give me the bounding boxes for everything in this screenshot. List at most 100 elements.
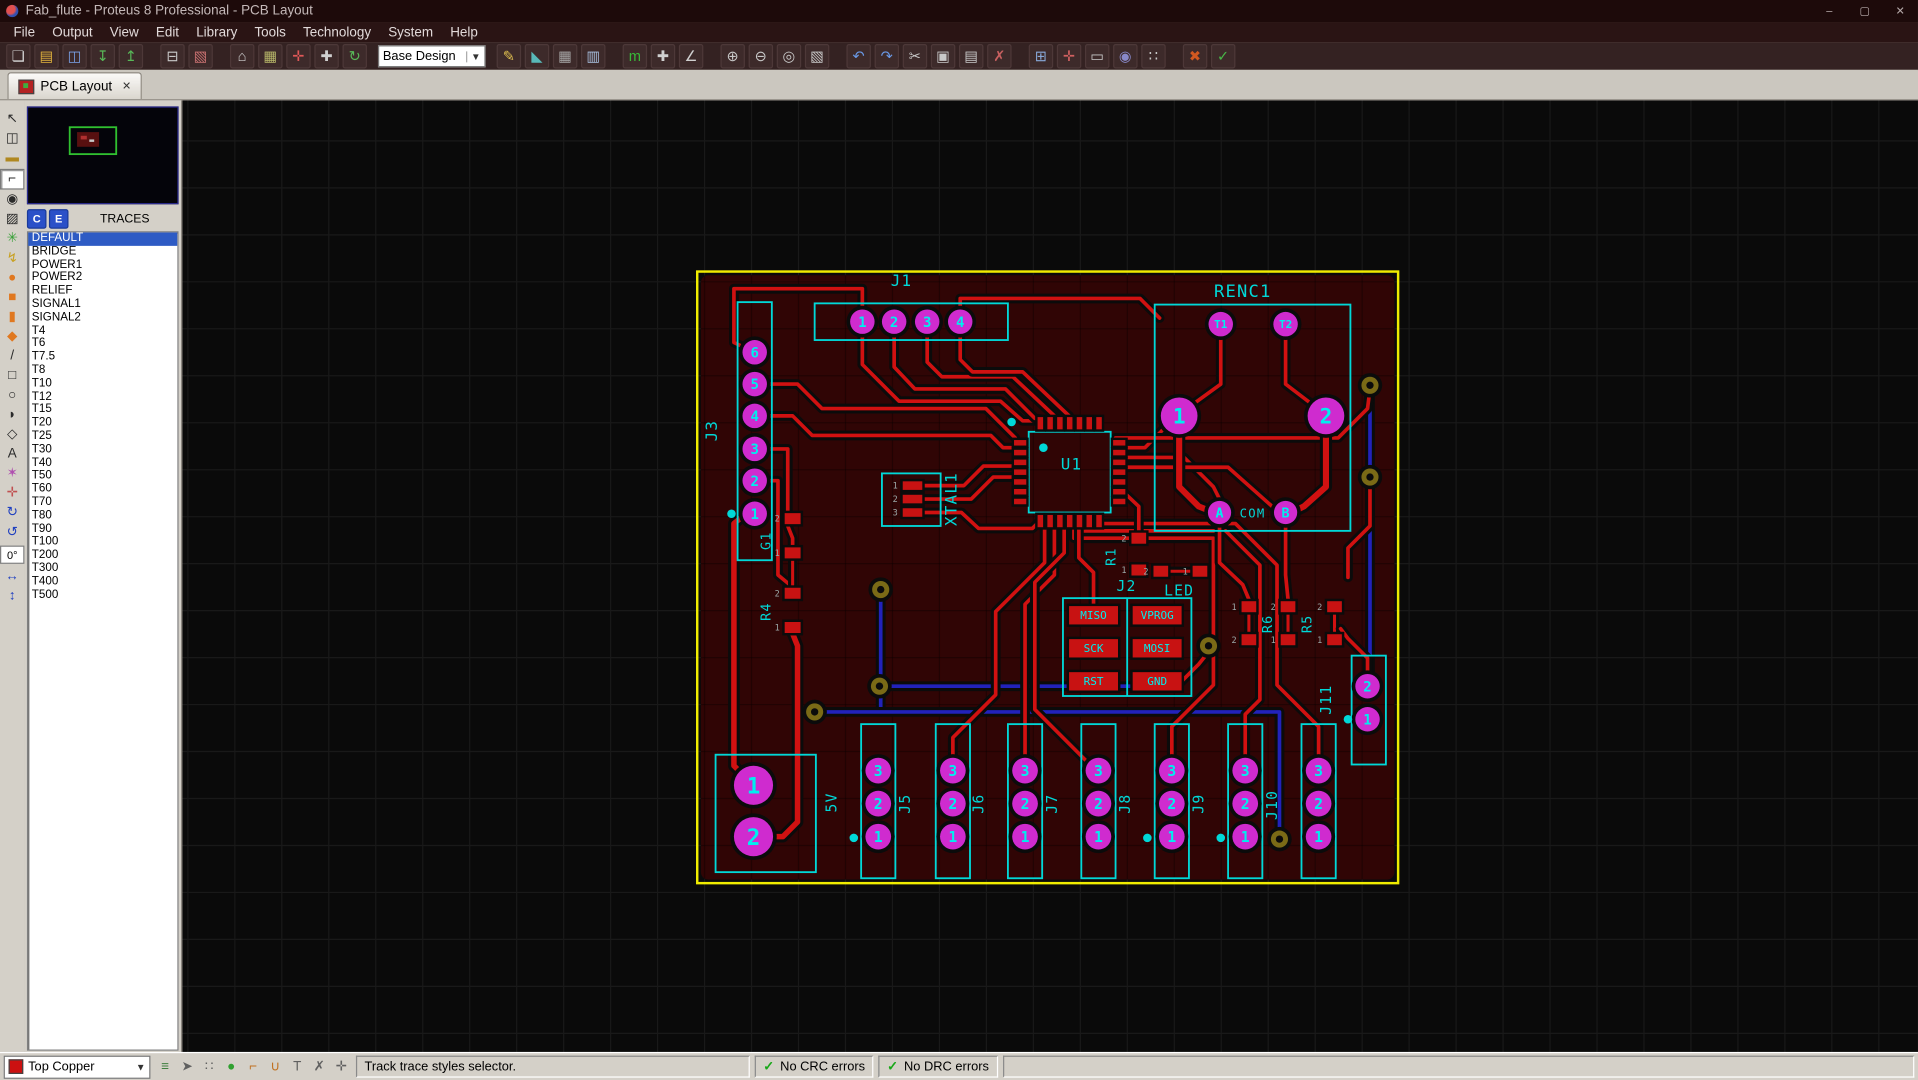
trace-style-item[interactable]: T4 bbox=[28, 324, 177, 338]
trace-style-item[interactable]: SIGNAL2 bbox=[28, 311, 177, 325]
undo-icon[interactable]: ↶ bbox=[846, 44, 871, 69]
menu-system[interactable]: System bbox=[380, 25, 442, 40]
pcb-canvas[interactable]: 1 2 3 2 1 2 1 2 1 2 1 1 2 2 1 2 1 MISO VPROG SCK MOSI RST GND 1… bbox=[181, 99, 1918, 1054]
menu-library[interactable]: Library bbox=[188, 25, 246, 40]
component-mode-icon[interactable]: ◫ bbox=[1, 130, 23, 148]
dil-pad-icon[interactable]: ▮ bbox=[1, 308, 23, 326]
v-mirror-icon[interactable]: ↕ bbox=[1, 587, 23, 605]
pointer-mode-icon[interactable]: ➤ bbox=[177, 1057, 197, 1077]
2d-arc-icon[interactable]: ◗ bbox=[1, 406, 23, 424]
new-layout-icon[interactable]: ❏ bbox=[6, 44, 31, 69]
trace-style-item[interactable]: DEFAULT bbox=[28, 232, 178, 246]
rotate-ccw-icon[interactable]: ↺ bbox=[1, 524, 23, 542]
h-mirror-icon[interactable]: ↔ bbox=[1, 568, 23, 586]
2d-path-icon[interactable]: ◇ bbox=[1, 426, 23, 444]
layers-icon[interactable]: ▥ bbox=[581, 44, 606, 69]
trace-angle-icon[interactable]: ⌐ bbox=[243, 1057, 263, 1077]
menu-tools[interactable]: Tools bbox=[246, 25, 295, 40]
cursor-icon[interactable]: ✚ bbox=[314, 44, 339, 69]
2d-text-icon[interactable]: A bbox=[1, 445, 23, 463]
zoom-in-icon[interactable]: ⊕ bbox=[720, 44, 745, 69]
origin-icon[interactable]: ✛ bbox=[286, 44, 311, 69]
layer-selector[interactable]: Top Copper ▼ bbox=[3, 1055, 151, 1079]
menu-help[interactable]: Help bbox=[442, 25, 487, 40]
cut-icon[interactable]: ✂ bbox=[902, 44, 928, 69]
menu-output[interactable]: Output bbox=[44, 25, 102, 40]
trace-style-item[interactable]: T7.5 bbox=[28, 350, 177, 364]
polar-snap-icon[interactable]: ∠ bbox=[678, 44, 704, 69]
grid-snap-icon[interactable]: ∷ bbox=[199, 1057, 219, 1077]
pencil-icon[interactable]: ✎ bbox=[496, 44, 522, 69]
measure-icon[interactable]: ▭ bbox=[1084, 44, 1110, 69]
sheet-selector[interactable]: Base Design ▼ bbox=[377, 45, 486, 68]
metric-icon[interactable]: m bbox=[622, 44, 648, 69]
copy-icon[interactable]: ▣ bbox=[930, 44, 956, 69]
import-layout-icon[interactable]: ↧ bbox=[90, 44, 115, 69]
2d-symbol-icon[interactable]: ✶ bbox=[1, 465, 23, 483]
rotation-field[interactable]: 0° bbox=[0, 545, 25, 564]
maximize-button[interactable]: ▢ bbox=[1847, 0, 1882, 22]
menu-view[interactable]: View bbox=[101, 25, 147, 40]
redo-icon[interactable]: ↷ bbox=[874, 44, 900, 69]
2d-box-icon[interactable]: □ bbox=[1, 367, 23, 385]
trace-style-item[interactable]: T300 bbox=[28, 562, 177, 576]
home-icon[interactable]: ⌂ bbox=[229, 44, 255, 69]
2d-line-icon[interactable]: / bbox=[1, 347, 23, 365]
trace-style-item[interactable]: T8 bbox=[28, 363, 177, 377]
menu-file[interactable]: File bbox=[5, 25, 44, 40]
via-mode-icon[interactable]: ◉ bbox=[1, 191, 23, 209]
menu-technology[interactable]: Technology bbox=[294, 25, 379, 40]
delete-mode-icon[interactable]: ✗ bbox=[309, 1057, 329, 1077]
snap-indicator-icon[interactable]: ● bbox=[221, 1057, 241, 1077]
export-layout-icon[interactable]: ↥ bbox=[118, 44, 144, 69]
trace-style-item[interactable]: T400 bbox=[28, 575, 177, 589]
tab-pcb-layout[interactable]: PCB Layout ✕ bbox=[7, 72, 143, 100]
selection-tool-icon[interactable]: ↖ bbox=[1, 110, 23, 128]
add-mode-icon[interactable]: ✛ bbox=[331, 1057, 351, 1077]
false-origin-icon[interactable]: ✚ bbox=[650, 44, 676, 69]
selector-e-button[interactable]: E bbox=[48, 209, 69, 229]
ratsnest-mode-icon[interactable]: ✳ bbox=[1, 230, 23, 248]
overview-minimap[interactable] bbox=[26, 106, 179, 205]
track-mode-icon[interactable]: ⌐ bbox=[0, 168, 25, 190]
zone-mode-icon[interactable]: ▨ bbox=[1, 210, 23, 228]
minimize-button[interactable]: – bbox=[1812, 0, 1847, 22]
search-icon[interactable]: ◉ bbox=[1113, 44, 1138, 69]
save-layout-icon[interactable]: ◫ bbox=[62, 44, 87, 69]
auto-router-icon[interactable]: ✖ bbox=[1182, 44, 1208, 69]
pre-production-check-icon[interactable]: ✓ bbox=[1210, 44, 1236, 69]
close-button[interactable]: ✕ bbox=[1883, 0, 1918, 22]
selector-c-button[interactable]: C bbox=[26, 209, 47, 229]
tab-close-icon[interactable]: ✕ bbox=[118, 80, 131, 93]
package-mode-icon[interactable]: ▬ bbox=[1, 149, 23, 167]
zoom-out-icon[interactable]: ⊖ bbox=[748, 44, 774, 69]
open-layout-icon[interactable]: ▤ bbox=[34, 44, 59, 69]
connectivity-highlight-icon[interactable]: ↯ bbox=[1, 250, 23, 268]
menu-edit[interactable]: Edit bbox=[147, 25, 187, 40]
edge-pad-icon[interactable]: ◆ bbox=[1, 328, 23, 346]
block-delete-icon[interactable]: ✗ bbox=[987, 44, 1012, 69]
trace-style-item[interactable]: T10 bbox=[28, 377, 177, 391]
square-pad-icon[interactable]: ■ bbox=[1, 289, 23, 307]
trace-style-item[interactable]: BRIDGE bbox=[28, 245, 177, 259]
units-icon[interactable]: ∷ bbox=[1141, 44, 1166, 69]
trace-style-item[interactable]: T70 bbox=[28, 496, 177, 510]
redraw-icon[interactable]: ↻ bbox=[342, 44, 367, 69]
2d-circle-icon[interactable]: ○ bbox=[1, 387, 23, 405]
set-square-icon[interactable]: ◣ bbox=[524, 44, 550, 69]
mark-output-area-icon[interactable]: ▧ bbox=[188, 44, 213, 69]
zoom-all-icon[interactable]: ◎ bbox=[776, 44, 802, 69]
marker-icon[interactable]: ✛ bbox=[1, 484, 23, 502]
round-pad-icon[interactable]: ● bbox=[1, 269, 23, 287]
trace-style-item[interactable]: T80 bbox=[28, 509, 177, 523]
curved-trace-icon[interactable]: ∪ bbox=[265, 1057, 285, 1077]
grid-dots-icon[interactable]: ▦ bbox=[552, 44, 578, 69]
zoom-area-icon[interactable]: ▧ bbox=[804, 44, 830, 69]
new-strategy-icon[interactable]: ✛ bbox=[1056, 44, 1082, 69]
rotate-cw-icon[interactable]: ↻ bbox=[1, 504, 23, 522]
layer-stack-icon[interactable]: ≡ bbox=[155, 1057, 175, 1077]
print-icon[interactable]: ⊟ bbox=[160, 44, 185, 69]
trace-style-item[interactable]: T500 bbox=[28, 588, 177, 602]
trace-style-item[interactable]: T25 bbox=[28, 430, 177, 444]
board-grid-icon[interactable]: ▦ bbox=[258, 44, 283, 69]
